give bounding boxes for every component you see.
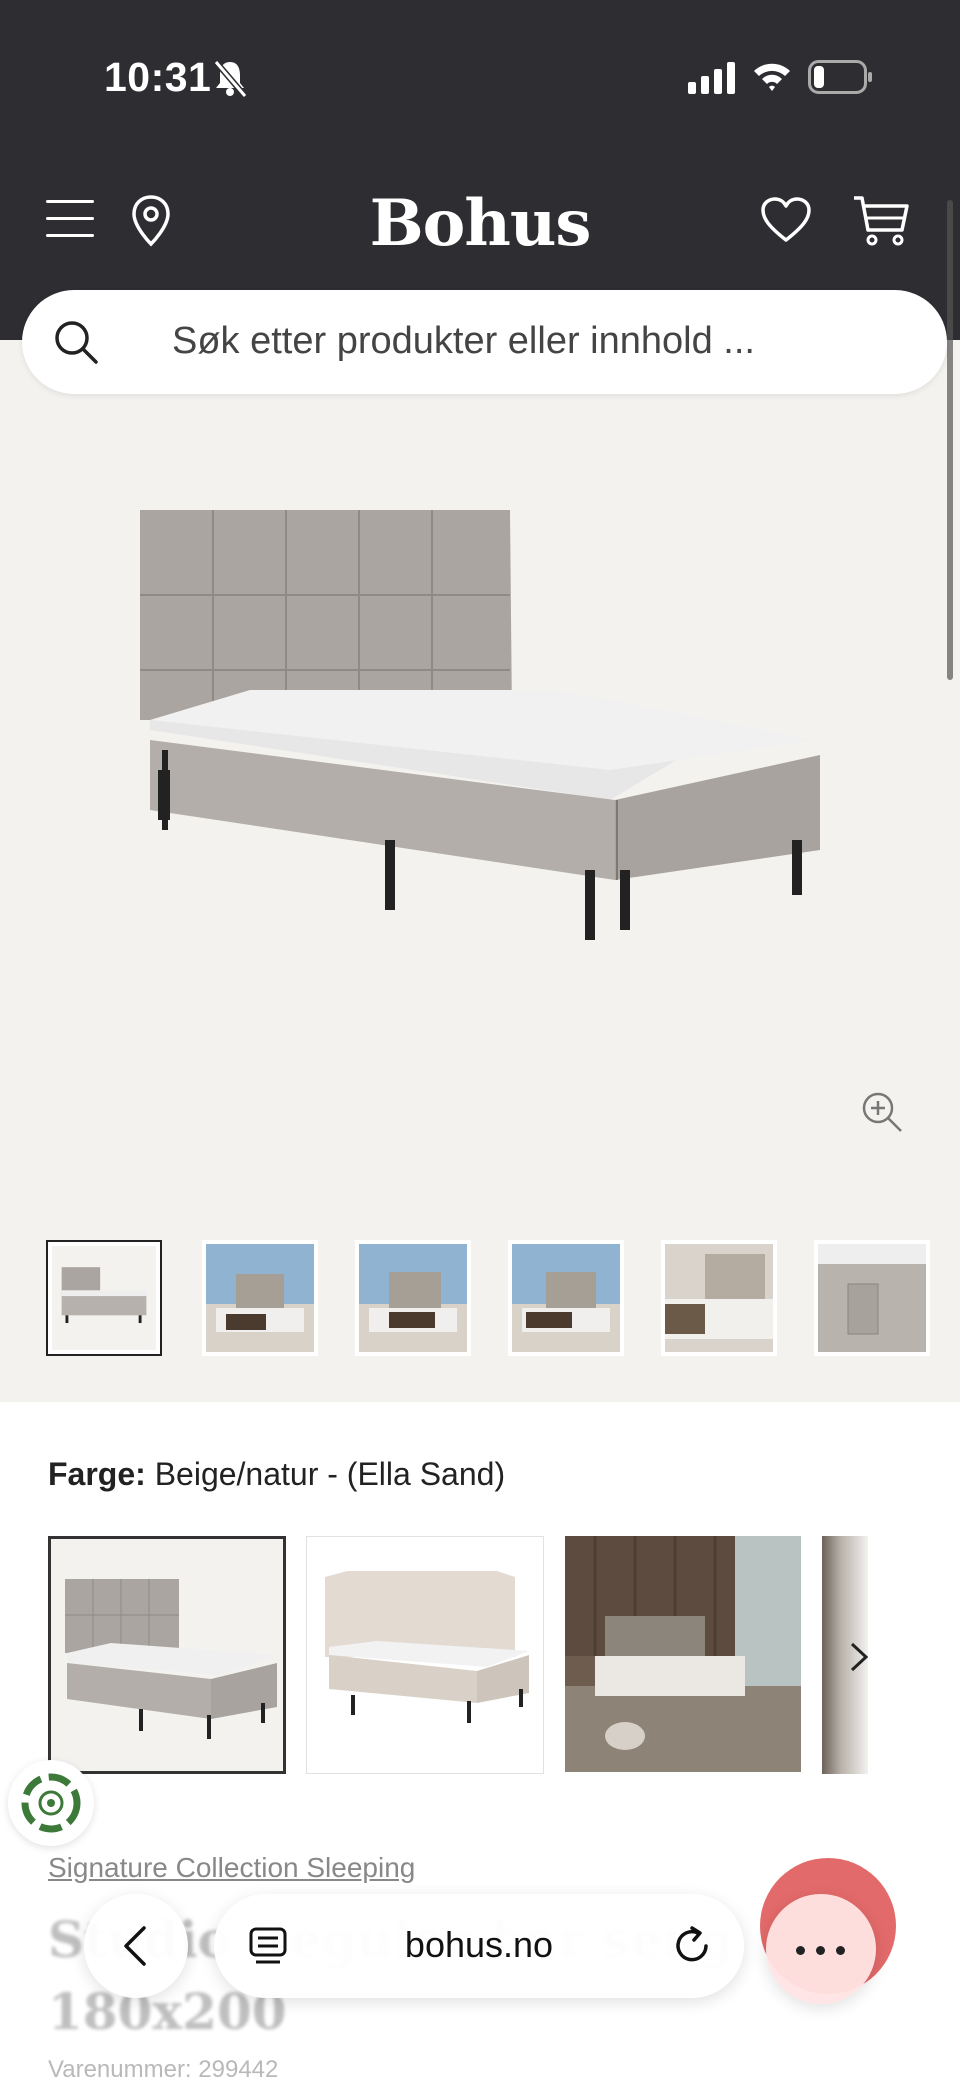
more-dot	[816, 1946, 825, 1955]
address-bar[interactable]: bohus.no	[214, 1894, 744, 1998]
battery-icon	[808, 60, 872, 94]
collection-link[interactable]: Signature Collection Sleeping	[48, 1852, 415, 1884]
status-bar: 10:31	[0, 0, 960, 150]
more-dot	[796, 1946, 805, 1955]
cart-icon[interactable]	[852, 194, 910, 248]
thumbnail-4[interactable]	[508, 1240, 624, 1356]
thumbnail-5[interactable]	[661, 1240, 777, 1356]
thumbnail-3[interactable]	[355, 1240, 471, 1356]
chevron-right-icon[interactable]	[842, 1640, 876, 1674]
reload-icon[interactable]	[670, 1924, 714, 1968]
chevron-left-icon	[124, 1926, 146, 1966]
status-time: 10:31	[104, 54, 212, 100]
wifi-icon	[754, 63, 790, 91]
eco-badge[interactable]	[8, 1760, 94, 1846]
recycle-icon	[21, 1773, 81, 1833]
color-value: Beige/natur - (Ella Sand)	[154, 1456, 506, 1492]
color-swatch-ella-sand[interactable]	[48, 1536, 286, 1774]
thumbnail-6[interactable]	[814, 1240, 930, 1356]
back-button[interactable]	[84, 1894, 188, 1998]
wishlist-heart-icon[interactable]	[760, 196, 812, 244]
product-main-image[interactable]	[100, 470, 860, 1030]
bell-muted-icon	[213, 60, 248, 98]
scrollbar[interactable]	[947, 200, 953, 680]
color-label-line: Farge: Beige/natur - (Ella Sand)	[48, 1456, 505, 1493]
color-label: Farge:	[48, 1456, 146, 1492]
search-input[interactable]: Søk etter produkter eller innhold ...	[172, 320, 755, 363]
zoom-in-icon[interactable]	[860, 1090, 904, 1134]
more-button[interactable]	[766, 1894, 876, 2004]
search-bar[interactable]: Søk etter produkter eller innhold ...	[22, 290, 947, 394]
thumbnail-1[interactable]	[46, 1240, 162, 1356]
bohus-logo[interactable]: Bohus	[0, 186, 960, 261]
product-sku: Varenummer: 299442	[48, 2056, 279, 2083]
url-text[interactable]: bohus.no	[214, 1924, 744, 1966]
color-swatch-dark-scene[interactable]	[565, 1536, 803, 1774]
thumbnail-2[interactable]	[202, 1240, 318, 1356]
thumbnail-strip	[46, 1240, 960, 1356]
more-dot	[836, 1946, 845, 1955]
color-swatch-light-beige[interactable]	[306, 1536, 544, 1774]
search-icon	[55, 321, 98, 364]
signal-icon	[688, 62, 735, 94]
